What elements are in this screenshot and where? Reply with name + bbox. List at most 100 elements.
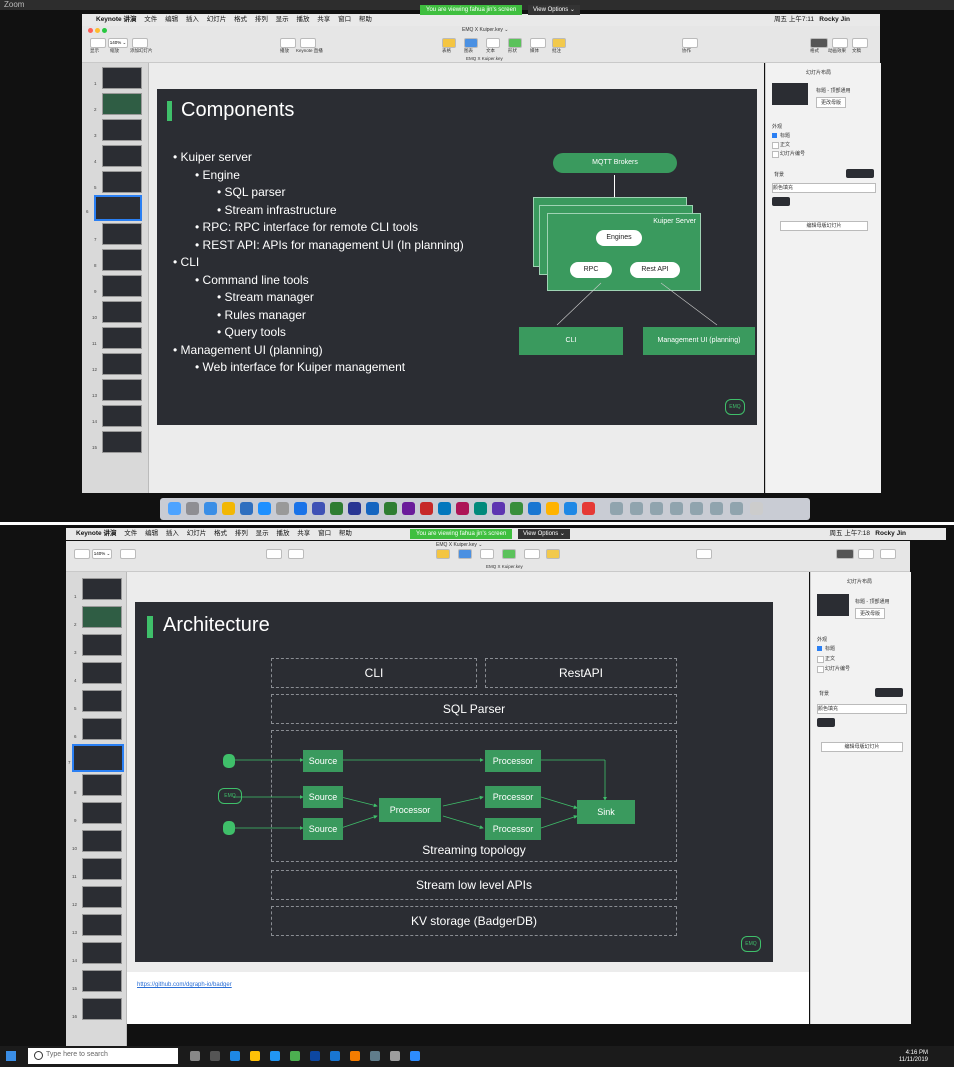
add-slide-button[interactable]: [120, 549, 136, 559]
notes-link[interactable]: https://github.com/dgraph-io/badger: [137, 982, 232, 988]
fill-select[interactable]: 颜色填充: [817, 704, 907, 714]
menu-view[interactable]: 显示: [256, 530, 269, 537]
slide-thumb-13[interactable]: [102, 379, 142, 401]
slide-thumb-4[interactable]: [82, 662, 122, 684]
slide-thumb-3[interactable]: [82, 634, 122, 656]
chrome-icon[interactable]: [222, 502, 235, 515]
fill-color-well[interactable]: [817, 718, 835, 727]
menu-play[interactable]: 播放: [296, 16, 309, 23]
slack-icon[interactable]: [456, 502, 469, 515]
zoom-taskbar-icon[interactable]: [410, 1051, 420, 1061]
zoom-select[interactable]: 140% ⌄: [92, 549, 112, 559]
terminal-icon[interactable]: [294, 502, 307, 515]
format-button[interactable]: [810, 38, 828, 48]
number-checkbox[interactable]: [817, 666, 824, 673]
word-icon[interactable]: [366, 502, 379, 515]
view-options-button[interactable]: View Options ⌄: [528, 5, 580, 15]
onenote-icon[interactable]: [402, 502, 415, 515]
windows-start-icon[interactable]: [6, 1051, 16, 1061]
view-options-button[interactable]: View Options ⌄: [518, 529, 570, 539]
add-slide-button[interactable]: [132, 38, 148, 48]
play-button[interactable]: [266, 549, 282, 559]
number-checkbox[interactable]: [772, 151, 779, 158]
media-button[interactable]: [530, 38, 546, 48]
menu-help[interactable]: 帮助: [339, 530, 352, 537]
fill-color-well[interactable]: [772, 197, 790, 206]
change-master-button[interactable]: 更改母版: [855, 608, 886, 619]
edge-taskbar-icon[interactable]: [270, 1051, 280, 1061]
window-thumb-icon[interactable]: [630, 502, 643, 515]
vscode-taskbar-icon[interactable]: [230, 1051, 240, 1061]
preview-icon[interactable]: [528, 502, 541, 515]
taskbar-search-box[interactable]: Type here to search: [28, 1048, 178, 1064]
fill-select[interactable]: 颜色填充: [772, 183, 876, 193]
chart-button[interactable]: [458, 549, 472, 559]
body-checkbox[interactable]: [817, 656, 824, 663]
menu-edit[interactable]: 编辑: [145, 530, 158, 537]
menu-insert[interactable]: 插入: [186, 16, 199, 23]
vscode-icon[interactable]: [492, 502, 505, 515]
window-thumb-icon[interactable]: [710, 502, 723, 515]
close-window-button[interactable]: [88, 28, 93, 33]
slide-thumb-5[interactable]: [102, 171, 142, 193]
settings-icon[interactable]: [276, 502, 289, 515]
slide-thumb-16[interactable]: [82, 998, 122, 1020]
slide-thumb-9[interactable]: [102, 275, 142, 297]
finder-icon[interactable]: [168, 502, 181, 515]
bullet-list[interactable]: • Kuiper server • Engine • SQL parser • Str…: [173, 149, 513, 377]
appstore-icon[interactable]: [258, 502, 271, 515]
wechat-icon[interactable]: [474, 502, 487, 515]
slide-thumb-7[interactable]: [72, 744, 124, 772]
taskbar-app-icon[interactable]: [210, 1051, 220, 1061]
menu-app[interactable]: Keynote 讲演: [96, 16, 136, 23]
launchpad-icon[interactable]: [186, 502, 199, 515]
slide-title[interactable]: Architecture: [163, 614, 270, 637]
chrome-taskbar-icon[interactable]: [350, 1051, 360, 1061]
view-button[interactable]: [90, 38, 106, 48]
menu-file[interactable]: 文件: [124, 530, 137, 537]
media-button[interactable]: [524, 549, 540, 559]
text-button[interactable]: [486, 38, 500, 48]
table-button[interactable]: [442, 38, 456, 48]
shape-button[interactable]: [502, 549, 516, 559]
slide-architecture[interactable]: Architecture CLI RestAPI SQL Parser Stre…: [135, 602, 773, 962]
safari-icon[interactable]: [204, 502, 217, 515]
slide-thumb-15[interactable]: [102, 431, 142, 453]
menu-arrange[interactable]: 排列: [235, 530, 248, 537]
zoom-window-button[interactable]: [102, 28, 107, 33]
calendar-taskbar-icon[interactable]: [370, 1051, 380, 1061]
slide-thumb-12[interactable]: [82, 886, 122, 908]
slide-thumb-1[interactable]: [102, 67, 142, 89]
sheets-icon[interactable]: [510, 502, 523, 515]
window-thumb-icon[interactable]: [670, 502, 683, 515]
powerpoint-icon[interactable]: [420, 502, 433, 515]
excel-icon[interactable]: [384, 502, 397, 515]
menu-app[interactable]: Keynote 讲演: [76, 530, 116, 537]
slide-thumb-7[interactable]: [102, 223, 142, 245]
slide-thumb-2[interactable]: [82, 606, 122, 628]
title-checkbox[interactable]: [817, 646, 822, 651]
slide-thumb-14[interactable]: [102, 405, 142, 427]
keynote-live-button[interactable]: [288, 549, 304, 559]
chat-taskbar-icon[interactable]: [290, 1051, 300, 1061]
slide-thumb-5[interactable]: [82, 690, 122, 712]
animate-button[interactable]: [858, 549, 874, 559]
menubar-user[interactable]: Rocky Jin: [875, 528, 906, 540]
background-color-well[interactable]: [846, 169, 874, 178]
slide-thumb-10[interactable]: [82, 830, 122, 852]
slide-thumb-11[interactable]: [102, 327, 142, 349]
comment-button[interactable]: [546, 549, 560, 559]
slide-thumb-15[interactable]: [82, 970, 122, 992]
menu-help[interactable]: 帮助: [359, 16, 372, 23]
notes-app-icon[interactable]: [546, 502, 559, 515]
menu-slide[interactable]: 幻灯片: [187, 530, 207, 537]
slide-thumb-8[interactable]: [102, 249, 142, 271]
menu-edit[interactable]: 编辑: [165, 16, 178, 23]
xcode-icon[interactable]: [564, 502, 577, 515]
background-color-well[interactable]: [875, 688, 903, 697]
slide-thumb-4[interactable]: [102, 145, 142, 167]
explorer-taskbar-icon[interactable]: [250, 1051, 260, 1061]
notes-icon[interactable]: [348, 502, 361, 515]
slide-thumb-12[interactable]: [102, 353, 142, 375]
collaborate-button[interactable]: [682, 38, 698, 48]
